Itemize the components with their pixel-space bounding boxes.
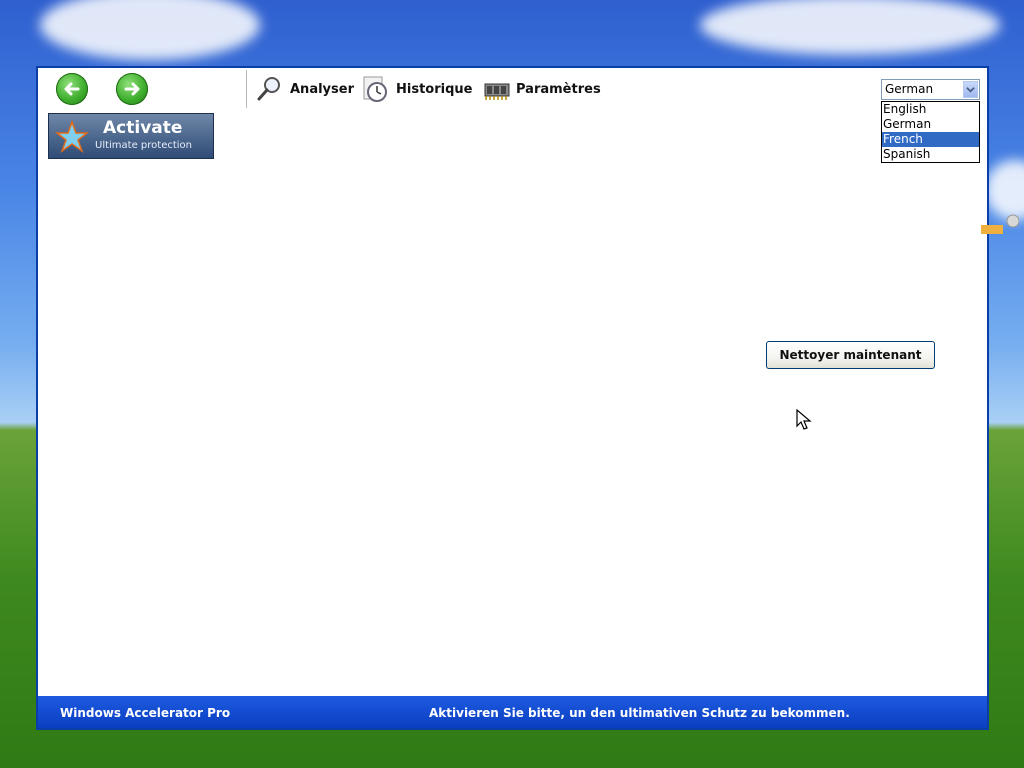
language-option[interactable]: English (882, 102, 979, 117)
clock-icon (363, 76, 387, 102)
language-option[interactable]: Spanish (882, 147, 979, 162)
status-message: Aktivieren Sie bitte, un den ultimativen… (429, 706, 850, 720)
tool-analyser[interactable]: Analyser (256, 74, 354, 104)
clean-now-button[interactable]: Nettoyer maintenant (766, 341, 935, 369)
language-select[interactable]: German (881, 79, 980, 100)
activate-title: Activate (103, 118, 183, 138)
magnifier-icon (257, 77, 280, 101)
forward-button[interactable] (116, 73, 148, 105)
toolbar-separator (246, 70, 247, 108)
tool-parametres[interactable]: Paramètres (482, 74, 601, 104)
language-select-value: German (885, 82, 934, 96)
mouse-cursor-icon (796, 409, 812, 430)
language-dropdown-list: English German French Spanish (881, 101, 980, 163)
toolbar: Analyser Historique Paramètres (38, 68, 987, 110)
tool-label: Historique (396, 81, 473, 97)
partial-icon (981, 214, 1019, 234)
desktop-cloud (700, 0, 1000, 55)
chip-icon (484, 83, 510, 100)
tool-label: Analyser (290, 81, 354, 97)
activate-button[interactable]: Activate Ultimate protection (48, 113, 214, 159)
activate-subtitle: Ultimate protection (95, 140, 193, 151)
tool-label: Paramètres (516, 81, 601, 97)
tool-historique[interactable]: Historique (362, 74, 472, 104)
language-option[interactable]: French (882, 132, 979, 147)
status-bar: Windows Accelerator Pro Aktivieren Sie b… (38, 696, 987, 728)
arrow-right-icon (124, 82, 140, 96)
app-window: Analyser Historique Paramètres Activate … (36, 66, 1019, 730)
desktop-cloud (40, 0, 260, 60)
arrow-left-icon (64, 82, 80, 96)
desktop-cloud (985, 160, 1024, 220)
app-name: Windows Accelerator Pro (60, 706, 231, 720)
back-button[interactable] (56, 73, 88, 105)
star-icon (55, 120, 89, 153)
chevron-down-icon[interactable] (963, 81, 978, 98)
language-option[interactable]: German (882, 117, 979, 132)
